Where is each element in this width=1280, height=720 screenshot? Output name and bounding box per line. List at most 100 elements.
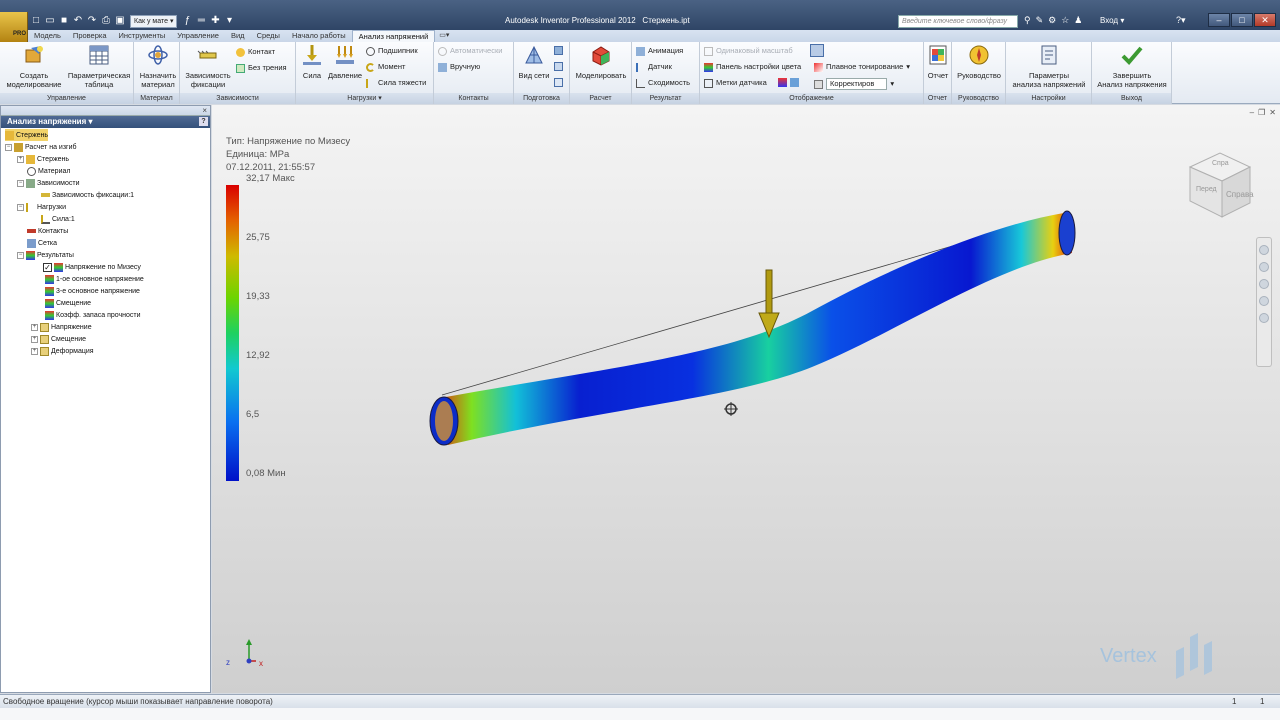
tree-node-part[interactable]: Стержень <box>5 129 49 141</box>
tree-node-force[interactable]: Сила:1 <box>41 213 75 225</box>
look-at-icon[interactable] <box>1259 313 1269 323</box>
tree-node-von-mises[interactable]: ✓ Напряжение по Мизесу <box>43 261 141 273</box>
collapse-icon[interactable]: − <box>17 251 24 259</box>
close-button[interactable]: ✕ <box>1254 13 1276 27</box>
print-icon[interactable]: ⎙ <box>100 15 112 27</box>
browser-close-icon[interactable]: × <box>202 106 207 115</box>
tree-node-constraints[interactable]: − Зависимости <box>17 177 79 189</box>
graphics-viewport[interactable]: – ❐ ✕ Тип: Напряжение по Мизесу Единица:… <box>212 105 1280 693</box>
communication-icon[interactable]: ⚙ <box>1048 15 1056 26</box>
boundary-conditions-button[interactable] <box>810 44 824 57</box>
pressure-button[interactable]: Давление <box>326 44 364 80</box>
new-file-icon[interactable]: □ <box>30 15 42 27</box>
expand-icon[interactable]: + <box>31 335 38 343</box>
create-simulation-button[interactable]: Создать моделирование <box>3 44 65 89</box>
tree-node-third-principal[interactable]: 3-е основное напряжение <box>45 285 140 297</box>
more-icon[interactable]: ▾ <box>223 15 235 27</box>
tree-node-results[interactable]: − Результаты <box>17 249 74 261</box>
tree-node-stress-folder[interactable]: + Напряжение <box>31 321 92 333</box>
help-icon[interactable]: ?▾ <box>1176 15 1186 26</box>
minimize-button[interactable]: – <box>1208 13 1230 27</box>
open-file-icon[interactable]: ▭ <box>44 15 56 27</box>
tab-overflow-icon[interactable]: ▭▾ <box>435 30 453 42</box>
gravity-button[interactable]: Сила тяжести <box>366 78 426 88</box>
manual-contacts-button[interactable]: Вручную <box>438 62 480 72</box>
undo-icon[interactable]: ↶ <box>72 15 84 27</box>
report-button[interactable]: Отчет <box>925 44 951 80</box>
smooth-shading-button[interactable]: Плавное тонирование ▾ <box>814 62 910 72</box>
steering-wheel-icon[interactable] <box>1259 245 1269 255</box>
tree-node-strain-folder[interactable]: + Деформация <box>31 345 94 357</box>
tree-node-displacement-folder[interactable]: + Смещение <box>31 333 86 345</box>
tree-node-contacts[interactable]: Контакты <box>27 225 68 237</box>
update-icon[interactable]: ▣ <box>114 15 126 27</box>
frictionless-button[interactable]: Без трения <box>236 63 287 73</box>
tree-node-first-principal[interactable]: 1-ое основное напряжение <box>45 273 144 285</box>
plus-icon[interactable]: ✚ <box>209 15 221 27</box>
local-mesh-button[interactable] <box>554 62 563 71</box>
collapse-icon[interactable]: − <box>17 203 24 211</box>
tab-view[interactable]: Вид <box>225 30 251 42</box>
checkbox-checked-icon[interactable]: ✓ <box>43 262 52 272</box>
tree-node-part-child[interactable]: + Стержень <box>17 153 69 165</box>
guide-button[interactable]: Руководство <box>954 44 1004 80</box>
tree-node-fixed-constraint[interactable]: Зависимость фиксации:1 <box>41 189 134 201</box>
contact-constraint-button[interactable]: Контакт <box>236 47 275 57</box>
same-scale-button[interactable]: Одинаковый масштаб <box>704 46 793 56</box>
measure-icon[interactable]: ═ <box>195 15 207 27</box>
user-icon[interactable]: ♟ <box>1074 15 1082 26</box>
binoculars-icon[interactable]: ⚲ <box>1024 15 1031 26</box>
browser-title-bar[interactable]: Анализ напряжения ▾? <box>1 116 210 128</box>
animation-button[interactable]: Анимация <box>636 46 683 56</box>
adjust-displacement-combo[interactable]: Корректиров ▾ <box>814 78 894 90</box>
maximize-button[interactable]: □ <box>1231 13 1253 27</box>
mesh-view-button[interactable]: Вид сети <box>516 44 552 80</box>
analysis-settings-button[interactable]: Параметры анализа напряжений <box>1008 44 1090 89</box>
tree-node-displacement[interactable]: Смещение <box>45 297 91 309</box>
tab-environments[interactable]: Среды <box>251 30 286 42</box>
tab-tools[interactable]: Инструменты <box>113 30 172 42</box>
star-icon[interactable]: ☆ <box>1061 15 1069 26</box>
simulate-button[interactable]: Моделировать <box>571 44 631 80</box>
viewcube[interactable]: Спра Перед Справа <box>1182 145 1262 225</box>
pan-icon[interactable] <box>1259 262 1269 272</box>
tab-get-started[interactable]: Начало работы <box>286 30 352 42</box>
fx-icon[interactable]: ƒ <box>181 15 193 27</box>
tree-node-safety-factor[interactable]: Коэфф. запаса прочности <box>45 309 141 321</box>
color-bar-button[interactable]: Панель настройки цвета <box>704 62 801 72</box>
tab-inspect[interactable]: Проверка <box>67 30 113 42</box>
tab-stress-analysis[interactable]: Анализ напряжений <box>351 30 436 42</box>
parametric-table-button[interactable]: Параметрическая таблица <box>64 44 134 89</box>
tree-node-simulation[interactable]: − Расчет на изгиб <box>5 141 77 153</box>
probe-button[interactable]: Датчик <box>636 62 672 72</box>
force-button[interactable]: Сила <box>298 44 326 80</box>
moment-button[interactable]: Момент <box>366 62 405 72</box>
orbit-icon[interactable] <box>1259 296 1269 306</box>
browser-help-icon[interactable]: ? <box>199 117 208 126</box>
beam-model[interactable]: z x <box>212 105 1280 693</box>
fixed-constraint-button[interactable]: Зависимость фиксации <box>182 44 234 89</box>
signin-button[interactable]: Вход ▾ <box>1100 16 1124 25</box>
search-input[interactable]: Введите ключевое слово/фразу <box>898 15 1018 28</box>
tab-model[interactable]: Модель <box>28 30 67 42</box>
tree-node-material[interactable]: Материал <box>27 165 70 177</box>
save-icon[interactable]: ■ <box>58 15 70 27</box>
convergence-button[interactable]: Сходимость <box>636 78 690 88</box>
collapse-icon[interactable]: − <box>17 179 24 187</box>
assign-material-button[interactable]: Назначить материал <box>136 44 180 89</box>
finish-analysis-button[interactable]: Завершить Анализ напряжения <box>1093 44 1171 89</box>
mesh-settings-button[interactable] <box>554 46 563 55</box>
probe-labels-button[interactable]: Метки датчика <box>704 78 767 88</box>
automatic-contacts-button[interactable]: Автоматически <box>438 46 502 56</box>
appearance-combo[interactable]: Как у мате ▾ <box>130 14 178 28</box>
min-max-button[interactable] <box>778 78 799 87</box>
tree-node-mesh[interactable]: Сетка <box>27 237 57 249</box>
bearing-button[interactable]: Подшипник <box>366 46 418 56</box>
expand-icon[interactable]: + <box>31 323 38 331</box>
convergence-settings-button[interactable] <box>554 78 563 87</box>
application-menu-button[interactable]: PRO <box>0 12 28 42</box>
expand-icon[interactable]: + <box>17 155 24 163</box>
tree-node-loads[interactable]: − Нагрузки <box>17 201 66 213</box>
redo-icon[interactable]: ↷ <box>86 15 98 27</box>
expand-icon[interactable]: + <box>31 347 38 355</box>
